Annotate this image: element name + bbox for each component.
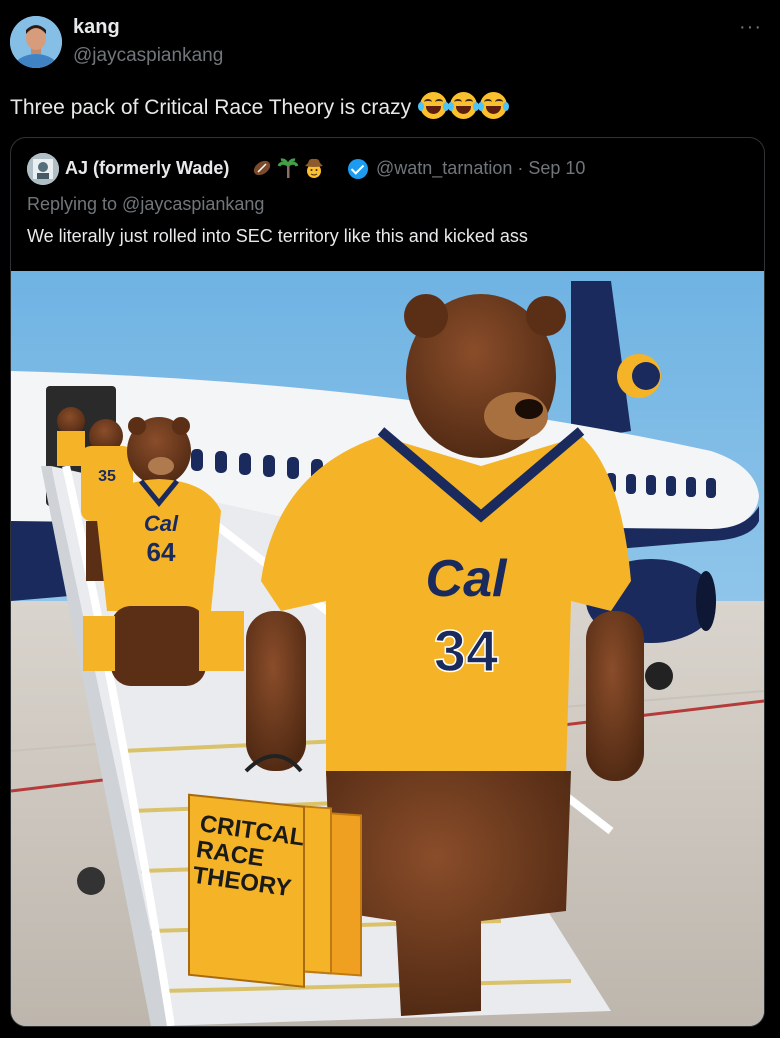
quoted-tweet-text: We literally just rolled into SEC territ…: [27, 226, 528, 246]
palm-tree-icon: [277, 158, 299, 178]
face-with-tears-of-joy-icon: [447, 92, 479, 119]
quoted-author-avatar[interactable]: [27, 153, 59, 185]
more-options-icon[interactable]: ···: [739, 16, 762, 39]
quoted-author-badges: [251, 156, 325, 180]
author-handle[interactable]: @jaycaspiankang: [73, 45, 223, 67]
jersey-number-front: 34: [434, 619, 499, 684]
jersey-number-small: 35: [98, 468, 116, 485]
quoted-tweet-image[interactable]: 35 Cal 64 Cal 34 CRITCAL RACE THEORY: [11, 271, 764, 1026]
jersey-wordmark-middle: Cal: [144, 511, 179, 536]
verified-badge-icon: [348, 159, 368, 179]
author-avatar[interactable]: [10, 16, 62, 68]
quoted-tweet[interactable]: AJ (formerly Wade) @watn_tarnation · Sep…: [10, 137, 765, 1027]
jersey-number-middle: 64: [147, 537, 176, 567]
replying-to[interactable]: Replying to @jaycaspiankang: [27, 194, 264, 215]
tweet-text: Three pack of Critical Race Theory is cr…: [10, 92, 509, 120]
face-with-tears-of-joy-icon: [417, 92, 449, 119]
jersey-wordmark-front: Cal: [426, 550, 508, 608]
face-with-tears-of-joy-icon: [477, 92, 509, 119]
quoted-handle-date[interactable]: @watn_tarnation · Sep 10: [376, 158, 585, 179]
tweet-body: Three pack of Critical Race Theory is cr…: [10, 96, 412, 119]
quoted-author-name[interactable]: AJ (formerly Wade): [65, 158, 229, 179]
author-name[interactable]: kang: [73, 16, 120, 39]
football-icon: [253, 160, 271, 176]
cowboy-face-icon: [305, 158, 323, 178]
